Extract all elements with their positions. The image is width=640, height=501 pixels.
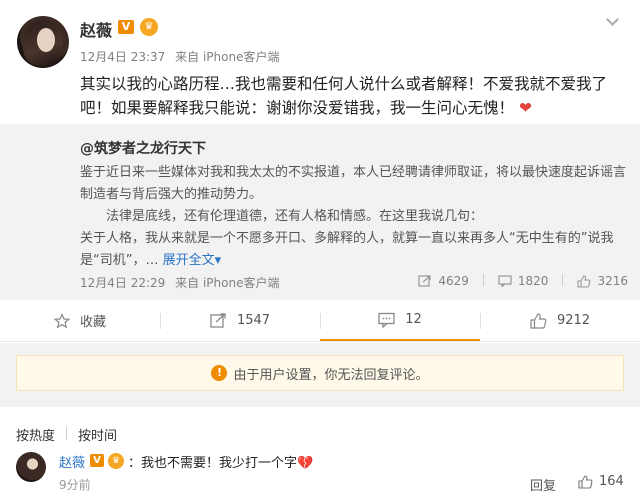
repost-repost-count[interactable]: 4629: [418, 274, 469, 288]
divider: [562, 274, 564, 286]
repost-paragraph-3-text: 关于人格，我从来就是一个不愿多开口、多解释的人，就算一直以来再多人“无中生有的”…: [80, 231, 614, 268]
notice-area: ! 由于用户设置，你无法回复评论。: [0, 343, 640, 407]
comment-count: 12: [405, 312, 422, 327]
comment-like-count: 164: [599, 474, 624, 489]
comment-icon: [498, 275, 512, 287]
like-count: 9212: [556, 313, 591, 328]
repost-icon: [210, 312, 226, 328]
action-bar: 收藏 1547 12 9212: [0, 300, 640, 342]
weibo-post: 赵薇 V ♛ 12月4日 23:37 来自 iPhone客户端 其实以我的心路历…: [0, 0, 640, 141]
repost-date: 12月4日 22:29: [80, 276, 166, 290]
repost-stats: 4629 1820 3216: [418, 274, 628, 288]
expand-chevron-icon[interactable]: ▾: [215, 253, 222, 268]
like-button[interactable]: 9212: [480, 300, 640, 341]
favorite-label: 收藏: [79, 315, 106, 330]
comment-icon: [378, 312, 395, 328]
divider: [482, 274, 484, 286]
repost-button[interactable]: 1547: [160, 300, 320, 341]
divider: [66, 427, 67, 440]
repost-body: 鉴于近日来一些媒体对我和我太太的不实报道，本人已经聘请律师取证，将以最快速度起诉…: [80, 162, 628, 272]
thumbs-up-icon: [530, 312, 547, 329]
more-chevron-icon[interactable]: [606, 14, 620, 24]
repost-source[interactable]: 来自 iPhone客户端: [175, 276, 279, 290]
comment-text-wrap: ：我也不需要！我少打一个字💔: [128, 452, 313, 471]
repost-paragraph-3: 关于人格，我从来就是一个不愿多开口、多解释的人，就算一直以来再多人“无中生有的”…: [80, 228, 628, 272]
repost-like-count[interactable]: 3216: [577, 274, 628, 288]
post-meta: 12月4日 23:37 来自 iPhone客户端: [80, 48, 285, 65]
post-source[interactable]: 来自 iPhone客户端: [175, 50, 279, 64]
post-body: 其实以我的心路历程…我也需要和任何人说什么或者解释！不爱我就不爱我了吧！如果要解…: [80, 72, 628, 120]
warning-icon: !: [211, 365, 228, 381]
repost-content: @筑梦者之龙行天下 鉴于近日来一些媒体对我和我太太的不实报道，本人已经聘请律师取…: [80, 138, 628, 272]
comment-username[interactable]: 赵薇: [59, 452, 85, 471]
avatar-face: [37, 28, 55, 52]
repost-icon: [418, 275, 431, 287]
repost-author[interactable]: @筑梦者之龙行天下: [80, 138, 628, 158]
post-username[interactable]: 赵薇: [80, 17, 112, 41]
vip-badge-icon: V: [90, 454, 104, 467]
thumbs-up-icon: [577, 274, 591, 288]
crown-badge-icon: ♛: [140, 18, 158, 36]
star-icon: [53, 312, 70, 328]
thumbs-up-icon: [578, 474, 593, 489]
repost-paragraph-1: 鉴于近日来一些媒体对我和我太太的不实报道，本人已经聘请律师取证，将以最快速度起诉…: [80, 165, 627, 202]
heart-icon: ❤: [518, 99, 532, 117]
avatar[interactable]: [17, 16, 69, 68]
comment-tab[interactable]: 12: [320, 300, 480, 341]
reply-restricted-notice: ! 由于用户设置，你无法回复评论。: [16, 355, 624, 391]
comment-count-value: 1820: [517, 274, 549, 288]
comment-item: 赵薇 V ♛ ：我也不需要！我少打一个字💔 9分前 回复 164: [0, 447, 640, 501]
comment-text: ：我也不需要！我少打一个字: [128, 456, 298, 471]
expand-full-text-link[interactable]: 展开全文: [163, 253, 215, 268]
repost-paragraph-2: 法律是底线，还有伦理道德，还有人格和情感。在这里我说几句：: [106, 209, 484, 224]
comment-sort-bar: 按热度 按时间: [0, 417, 640, 447]
comment-avatar[interactable]: [16, 452, 46, 482]
sort-by-time[interactable]: 按时间: [78, 425, 117, 444]
reposted-weibo[interactable]: @筑梦者之龙行天下 鉴于近日来一些媒体对我和我太太的不实报道，本人已经聘请律师取…: [0, 124, 640, 300]
notice-text: 由于用户设置，你无法回复评论。: [233, 367, 429, 383]
like-count-value: 3216: [597, 274, 628, 288]
sort-by-hot[interactable]: 按热度: [16, 425, 55, 444]
repost-comment-count[interactable]: 1820: [498, 274, 549, 288]
repost-meta: 12月4日 22:29 来自 iPhone客户端: [80, 274, 285, 291]
post-date: 12月4日 23:37: [80, 50, 166, 64]
comment-like-button[interactable]: 164: [578, 474, 624, 489]
comment-time: 9分前: [59, 478, 91, 492]
favorite-button[interactable]: 收藏: [0, 300, 160, 341]
crown-badge-icon: ♛: [108, 453, 124, 469]
repost-count-value: 4629: [438, 274, 469, 288]
repost-count: 1547: [236, 313, 271, 328]
broken-heart-icon: 💔: [297, 456, 314, 471]
vip-badge-icon: V: [118, 20, 134, 34]
reply-button[interactable]: 回复: [530, 475, 556, 494]
